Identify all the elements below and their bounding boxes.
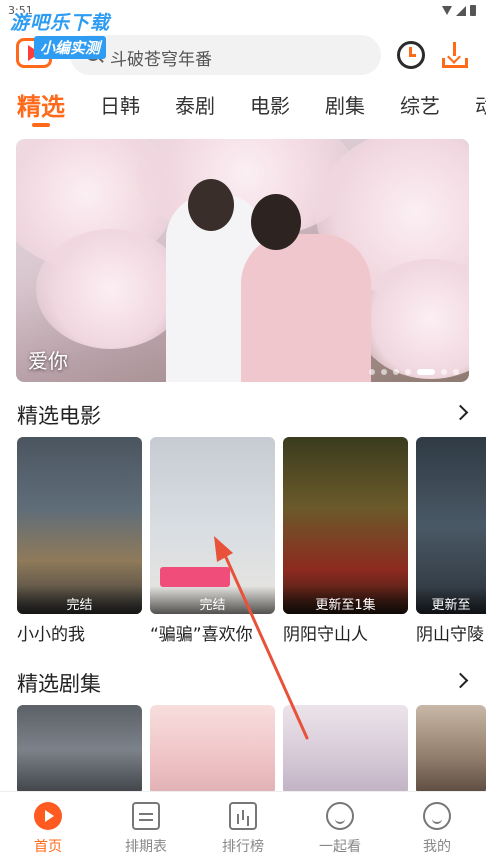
tab-japan-korea[interactable]: 日韩 [100,90,140,119]
chevron-right-icon[interactable] [452,404,469,421]
tab-series[interactable]: 剧集 [325,90,365,119]
series-poster[interactable] [283,705,408,795]
series-poster[interactable] [416,705,486,795]
search-placeholder: 斗破苍穹年番 [110,50,212,70]
battery-icon [470,5,476,16]
movie-poster: 完结 [150,437,275,614]
history-clock-icon[interactable] [397,41,425,69]
wifi-icon [442,6,452,15]
tab-featured[interactable]: 精选 [17,87,65,122]
nav-profile[interactable]: 我的 [397,802,477,856]
nav-label: 排期表 [125,839,167,855]
hero-banner[interactable]: 爱你 [16,139,469,382]
status-badge: 更新至 [416,586,486,614]
movie-title: “骗骗”喜欢你 [150,625,253,645]
status-badge: 更新至1集 [283,586,408,614]
tab-variety[interactable]: 综艺 [400,90,440,119]
signal-icon [456,5,466,16]
watermark: 游吧乐下载 小编实测 [10,8,110,59]
movie-card[interactable]: 完结 小小的我 [17,437,142,645]
banner-title: 爱你 [28,349,68,373]
movie-poster: 更新至 [416,437,486,614]
status-badge: 完结 [150,586,275,614]
ranking-icon [229,802,257,830]
chevron-right-icon[interactable] [452,672,469,689]
nav-home[interactable]: 首页 [8,802,88,856]
home-play-icon [34,802,62,830]
banner-pagination [369,369,459,375]
chat-icon [326,802,354,830]
tab-thai-drama[interactable]: 泰剧 [175,90,215,119]
section-title-movies: 精选电影 [17,404,101,428]
watermark-line2: 小编实测 [34,36,107,59]
section-title-series: 精选剧集 [17,672,101,696]
search-bar[interactable]: 斗破苍穹年番 [70,35,381,75]
nav-label: 我的 [423,839,451,855]
nav-label: 首页 [34,839,62,855]
nav-watch-together[interactable]: 一起看 [300,802,380,856]
movie-title: 小小的我 [17,625,85,645]
series-poster[interactable] [17,705,142,795]
active-tab-indicator [32,123,50,127]
download-icon[interactable] [441,40,469,70]
series-poster[interactable] [150,705,275,795]
movie-title: 阴阳守山人 [283,625,368,645]
movie-poster: 更新至1集 [283,437,408,614]
calendar-icon [132,802,160,830]
bottom-navigation: 首页 排期表 排行榜 一起看 我的 [0,791,486,864]
banner-person-female [241,234,371,382]
movie-title: 阴山守陵 [416,625,484,645]
movie-card[interactable]: 完结 “骗骗”喜欢你 [150,437,275,645]
category-tabs: 精选 日韩 泰剧 电影 剧集 综艺 动 [0,86,486,128]
movie-poster: 完结 [17,437,142,614]
watermark-line1: 游吧乐下载 [10,12,111,34]
status-badge: 完结 [17,586,142,614]
nav-label: 排行榜 [222,839,264,855]
tab-anime[interactable]: 动 [475,90,486,119]
movie-card[interactable]: 更新至1集 阴阳守山人 [283,437,408,645]
tab-movies[interactable]: 电影 [250,90,290,119]
nav-label: 一起看 [319,839,361,855]
status-icons [442,5,476,16]
nav-schedule[interactable]: 排期表 [106,802,186,856]
profile-icon [423,802,451,830]
nav-ranking[interactable]: 排行榜 [203,802,283,856]
movie-card[interactable]: 更新至 阴山守陵 [416,437,486,645]
